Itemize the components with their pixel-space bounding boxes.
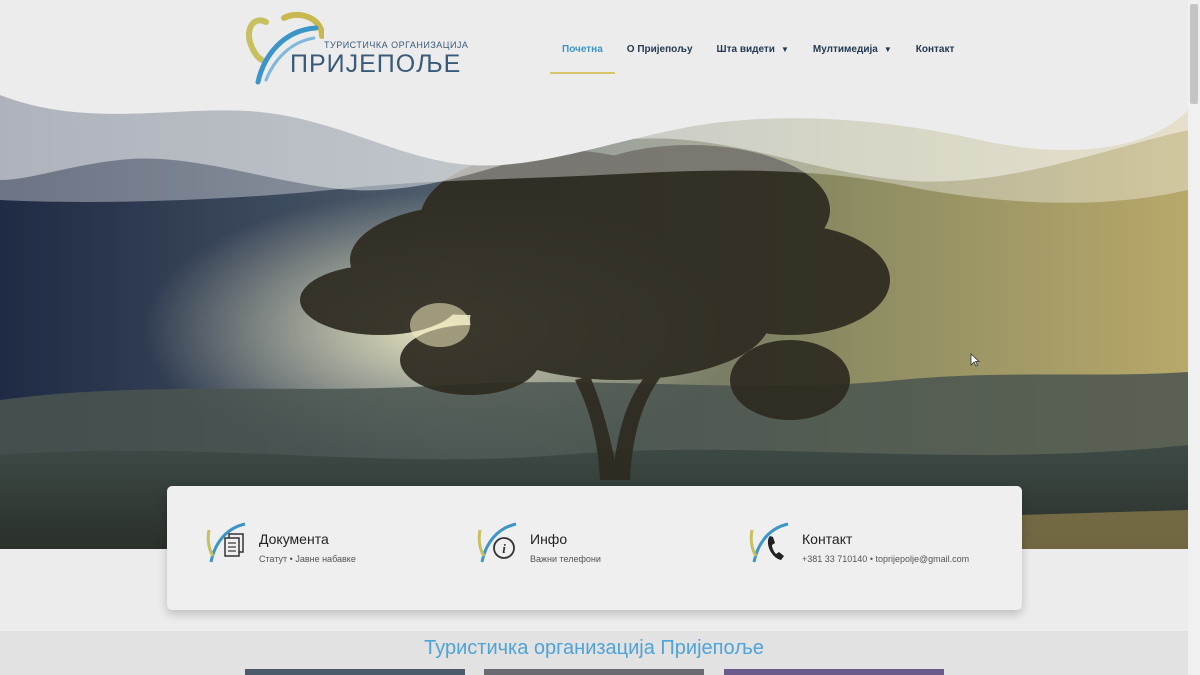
mouse-cursor-icon: [970, 353, 980, 367]
nav-item-label: Мултимедија: [812, 44, 878, 55]
site-logo[interactable]: ТУРИСТИЧКА ОРГАНИЗАЦИЈА ПРИЈЕПОЉЕ: [244, 10, 468, 90]
hero-banner: ТУРИСТИЧКА ОРГАНИЗАЦИЈА ПРИЈЕПОЉЕ Почетн…: [0, 0, 1188, 549]
document-icon: [206, 522, 246, 563]
quick-links-card: Документа Статут • Јавне набавке i Инфо …: [167, 486, 1022, 610]
nav-item-label: Почетна: [562, 44, 603, 55]
nav-item-multimedia[interactable]: Мултимедија ▼: [801, 38, 904, 68]
logo-subtitle: ТУРИСТИЧКА ОРГАНИЗАЦИЈА: [324, 40, 469, 50]
phone-icon: [749, 522, 789, 563]
hero-landscape-image: [0, 0, 1188, 549]
card-title: Контакт: [802, 531, 853, 547]
card-subtitle: Важни телефони: [530, 554, 601, 564]
gallery-thumbnail[interactable]: [484, 669, 704, 675]
logo-title: ПРИЈЕПОЉЕ: [290, 50, 462, 78]
card-title: Инфо: [530, 531, 568, 547]
scrollbar-thumb[interactable]: [1190, 4, 1198, 104]
nav-item-label: Контакт: [915, 44, 955, 55]
nav-item-what-to-see[interactable]: Шта видети ▼: [705, 38, 801, 68]
nav-item-home[interactable]: Почетна: [550, 38, 615, 74]
gallery-thumbnail[interactable]: [724, 669, 944, 675]
nav-item-about[interactable]: О Пријепољу: [615, 38, 705, 68]
svg-text:i: i: [502, 541, 506, 556]
card-subtitle: +381 33 710140 • toprijepolje@gmail.com: [802, 554, 970, 564]
nav-item-label: Шта видети: [716, 44, 775, 55]
caret-down-icon: ▼: [780, 45, 789, 54]
card-title: Документа: [259, 531, 329, 547]
caret-down-icon: ▼: [883, 45, 892, 54]
gallery-thumbnail[interactable]: [245, 669, 465, 675]
info-icon: i: [477, 522, 517, 563]
nav-item-label: О Пријепољу: [626, 44, 693, 55]
nav-item-contact[interactable]: Контакт: [904, 38, 967, 68]
main-navigation: Почетна О Пријепољу Шта видети ▼ Мултимед…: [550, 38, 967, 74]
page-scrollbar[interactable]: [1188, 0, 1200, 675]
card-subtitle: Статут • Јавне набавке: [259, 554, 356, 564]
section-title: Туристичка организација Пријепоље: [424, 637, 764, 659]
